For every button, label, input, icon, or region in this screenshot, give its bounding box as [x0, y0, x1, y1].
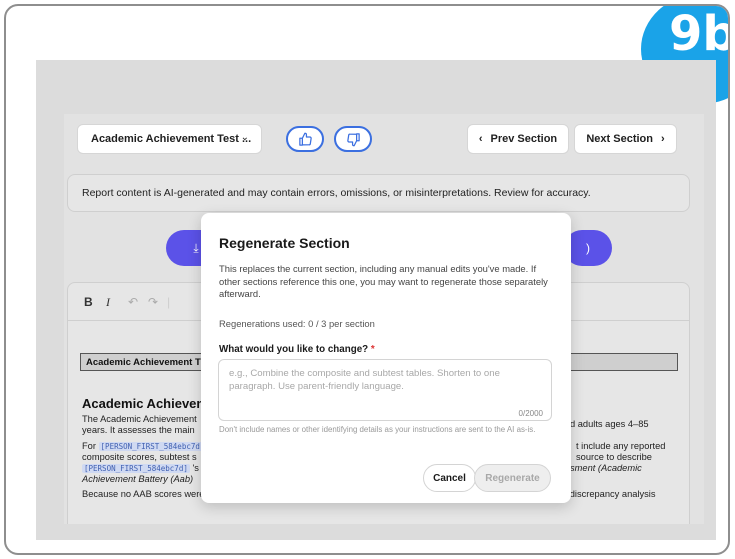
prev-section-label: Prev Section: [490, 133, 558, 145]
section-toolbar: Academic Achievement Test ... ⌄ ‹ Prev S…: [64, 114, 704, 164]
paragraph-2-line-4: Achievement Battery (Aab): [82, 474, 194, 484]
person-token: [PERSON_FIRST_584ebc7d]: [82, 464, 190, 473]
redo-icon[interactable]: ↷: [148, 295, 158, 309]
paragraph-1-left-2: years. It assesses the main: [82, 425, 195, 435]
section-select[interactable]: Academic Achievement Test ... ⌄: [77, 124, 262, 154]
chevron-down-icon: ⌄: [240, 132, 249, 143]
paragraph-2-right-2: source to describe: [576, 452, 652, 462]
regenerate-section-dialog: Regenerate Section This replaces the cur…: [201, 213, 571, 503]
cancel-button[interactable]: Cancel: [423, 464, 476, 492]
regenerate-button[interactable]: Regenerate: [474, 464, 551, 492]
paragraph-2-line-3: [PERSON_FIRST_584ebc7d] 's: [82, 463, 199, 473]
screenshot-frame: 9b Academic Achievement Test ... ⌄ ‹ Pre…: [4, 4, 730, 555]
regenerations-used-text: Regenerations used: 0 / 3 per section: [219, 318, 375, 329]
prev-section-button[interactable]: ‹ Prev Section: [467, 124, 569, 154]
next-section-label: Next Section: [586, 133, 653, 145]
thumbs-up-button[interactable]: [286, 126, 324, 152]
next-section-button[interactable]: Next Section ›: [574, 124, 677, 154]
toolbar-divider: |: [167, 295, 171, 309]
undo-icon[interactable]: ↶: [128, 295, 138, 309]
thumbs-up-icon: [298, 132, 312, 146]
chevron-left-icon: ‹: [478, 133, 483, 145]
dialog-title: Regenerate Section: [219, 235, 350, 251]
paragraph-2-line-2: composite scores, subtest s: [82, 452, 197, 462]
section-select-label: Academic Achievement Test ...: [91, 133, 252, 145]
privacy-hint: Don't include names or other identifying…: [219, 425, 536, 434]
regenerate-trigger-button[interactable]: ): [564, 230, 612, 266]
dialog-description: This replaces the current section, inclu…: [219, 263, 548, 299]
paragraph-1-left: The Academic Achievement: [82, 414, 197, 424]
paragraph-1-right: d adults ages 4–85: [570, 419, 649, 429]
paragraph-2-right: t include any reported: [576, 441, 666, 451]
download-icon: ⤓: [193, 240, 199, 255]
change-instructions-label: What would you like to change? *: [219, 344, 375, 355]
paragraph-2-right-3: sment (Academic: [570, 463, 642, 473]
thumbs-down-icon: [346, 132, 360, 146]
bold-icon[interactable]: B: [84, 295, 93, 309]
person-token: [PERSON_FIRST_584ebc7d]: [98, 442, 207, 451]
required-marker: *: [370, 344, 375, 355]
right-paren-icon: ): [586, 241, 590, 255]
paragraph-2-line-1: For [PERSON_FIRST_584ebc7d]: [82, 441, 207, 451]
thumbs-down-button[interactable]: [334, 126, 372, 152]
chevron-right-icon: ›: [660, 133, 665, 145]
ai-disclaimer-banner: Report content is AI-generated and may c…: [67, 174, 690, 212]
italic-icon[interactable]: I: [106, 295, 110, 310]
section-title: Academic Achievem: [82, 396, 208, 411]
character-counter: 0/2000: [518, 409, 543, 418]
